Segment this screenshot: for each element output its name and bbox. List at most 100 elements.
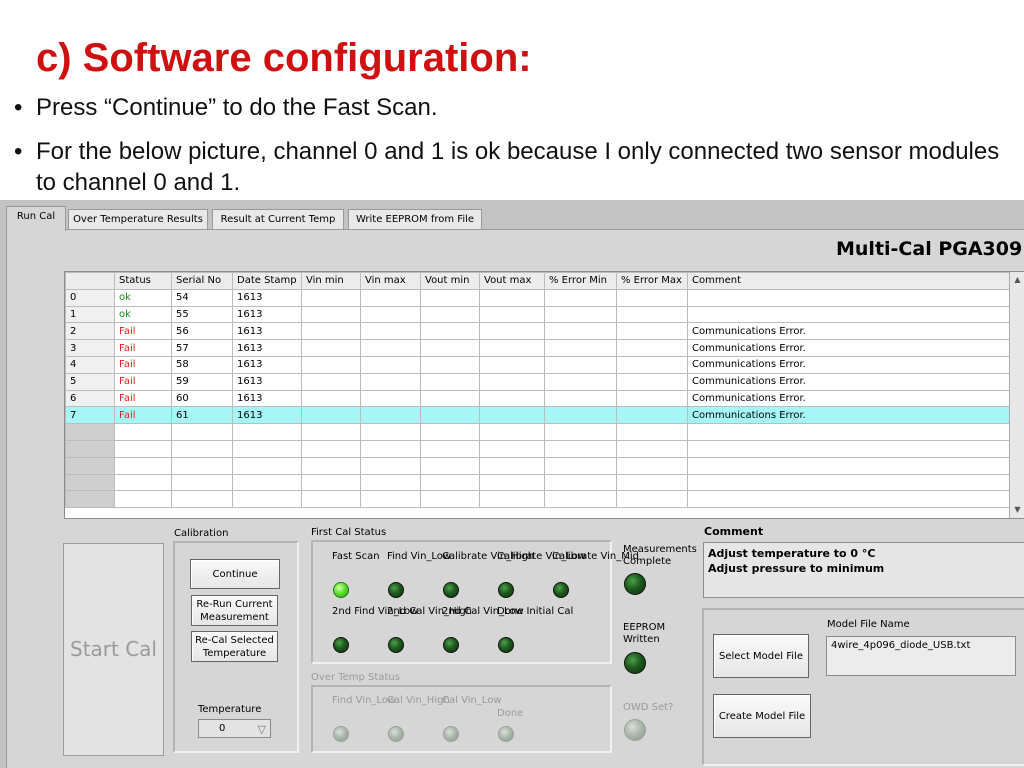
table-cell <box>360 322 421 341</box>
table-cell <box>616 456 688 475</box>
comment-cell: Communications Error. <box>687 389 1010 408</box>
table-cell <box>420 372 480 391</box>
app-title: Multi-Cal PGA309 <box>836 238 1023 260</box>
status-cell: Fail <box>114 406 172 425</box>
table-cell <box>301 355 361 374</box>
table-row[interactable]: 0 ok 54 1613 <box>65 288 1010 307</box>
table-cell <box>114 473 172 492</box>
table-row[interactable]: 1 ok 55 1613 <box>65 305 1010 324</box>
tab-over-temperature-results[interactable]: Over Temperature Results <box>68 209 208 230</box>
comment-cell <box>687 288 1010 307</box>
continue-button[interactable]: Continue <box>190 559 280 589</box>
table-cell: 1613 <box>232 406 302 425</box>
recal-selected-temperature-button[interactable]: Re-Cal Selected Temperature <box>191 631 278 662</box>
table-cell <box>616 406 688 425</box>
start-cal-button[interactable]: Start Cal <box>63 543 164 756</box>
table-cell <box>171 456 233 475</box>
table-row[interactable]: 4 Fail 58 1613 Communications Error. <box>65 355 1010 374</box>
select-model-file-button[interactable]: Select Model File <box>713 634 809 678</box>
table-cell <box>687 473 1010 492</box>
table-cell <box>544 456 617 475</box>
row-index: 3 <box>65 339 115 357</box>
comment-cell: Communications Error. <box>687 355 1010 374</box>
table-cell: 60 <box>171 389 233 408</box>
table-cell <box>687 490 1010 509</box>
table-cell <box>301 473 361 492</box>
table-cell <box>171 490 233 509</box>
column-header: Date Stamp <box>232 272 302 290</box>
results-table[interactable]: Status Serial No Date Stamp Vin min Vin … <box>64 271 1024 519</box>
table-row[interactable]: 2 Fail 56 1613 Communications Error. <box>65 322 1010 341</box>
table-row-empty[interactable] <box>65 473 1010 492</box>
column-header: % Error Min <box>544 272 617 290</box>
model-file-name-label: Model File Name <box>827 619 910 630</box>
table-cell <box>360 305 421 324</box>
create-model-file-button[interactable]: Create Model File <box>713 694 811 738</box>
temperature-value: 0 <box>219 723 226 734</box>
column-header: Status <box>114 272 172 290</box>
table-cell <box>420 490 480 509</box>
table-cell <box>232 490 302 509</box>
table-cell <box>420 406 480 425</box>
dropdown-arrow-icon[interactable]: ▽ <box>258 721 266 738</box>
table-cell <box>616 490 688 509</box>
table-scrollbar[interactable]: ▲ ▼ <box>1009 272 1024 518</box>
table-row[interactable]: 3 Fail 57 1613 Communications Error. <box>65 339 1010 357</box>
table-cell: 56 <box>171 322 233 341</box>
table-cell <box>420 355 480 374</box>
calibrate-vin-high-led-icon <box>443 582 459 598</box>
table-cell <box>687 439 1010 458</box>
ot-cal-vin-low-led-icon <box>443 726 459 742</box>
table-cell <box>360 288 421 307</box>
table-cell <box>232 439 302 458</box>
model-file-name-field[interactable]: 4wire_4p096_diode_USB.txt <box>826 636 1016 676</box>
table-row-empty[interactable] <box>65 423 1010 441</box>
table-row[interactable]: 6 Fail 60 1613 Communications Error. <box>65 389 1010 408</box>
table-cell <box>616 322 688 341</box>
column-header: Vin min <box>301 272 361 290</box>
table-cell <box>301 372 361 391</box>
ot-find-vin-low-led-icon <box>333 726 349 742</box>
table-cell: 55 <box>171 305 233 324</box>
table-row-empty[interactable] <box>65 490 1010 509</box>
table-cell <box>420 288 480 307</box>
rerun-current-measurement-button[interactable]: Re-Run Current Measurement <box>191 595 278 626</box>
table-cell <box>171 439 233 458</box>
table-cell <box>420 473 480 492</box>
table-cell: 1613 <box>232 322 302 341</box>
column-header <box>65 272 115 290</box>
tab-run-cal[interactable]: Run Cal <box>6 206 66 231</box>
table-cell <box>616 473 688 492</box>
comment-line: Adjust temperature to 0 °C <box>708 547 876 560</box>
table-row[interactable]: 7 Fail 61 1613 Communications Error. <box>65 406 1010 425</box>
table-cell <box>301 288 361 307</box>
table-row-empty[interactable] <box>65 456 1010 475</box>
slide-title: c) Software configuration: <box>36 36 532 80</box>
bullet-item: Press “Continue” to do the Fast Scan. <box>14 92 1019 123</box>
scroll-up-icon[interactable]: ▲ <box>1010 272 1024 288</box>
comment-label: Comment <box>704 525 764 538</box>
table-row-empty[interactable] <box>65 439 1010 458</box>
status-cell: Fail <box>114 372 172 391</box>
table-cell <box>301 322 361 341</box>
comment-cell: Communications Error. <box>687 339 1010 357</box>
row-index: 4 <box>65 355 115 374</box>
comment-cell: Communications Error. <box>687 372 1010 391</box>
table-cell <box>301 389 361 408</box>
scroll-down-icon[interactable]: ▼ <box>1010 502 1024 518</box>
comment-line: Adjust pressure to minimum <box>708 562 885 575</box>
table-cell <box>301 339 361 357</box>
table-row[interactable]: 5 Fail 59 1613 Communications Error. <box>65 372 1010 391</box>
table-cell <box>479 389 545 408</box>
eeprom-written-led-icon <box>624 652 646 674</box>
table-cell <box>420 456 480 475</box>
table-cell: 59 <box>171 372 233 391</box>
temperature-select[interactable]: 0 ▽ <box>198 719 271 738</box>
table-cell <box>360 456 421 475</box>
table-cell <box>687 423 1010 441</box>
table-cell <box>360 389 421 408</box>
table-cell <box>544 322 617 341</box>
table-cell <box>544 305 617 324</box>
tab-write-eeprom-from-file[interactable]: Write EEPROM from File <box>348 209 482 230</box>
tab-result-at-current-temp[interactable]: Result at Current Temp <box>212 209 344 230</box>
